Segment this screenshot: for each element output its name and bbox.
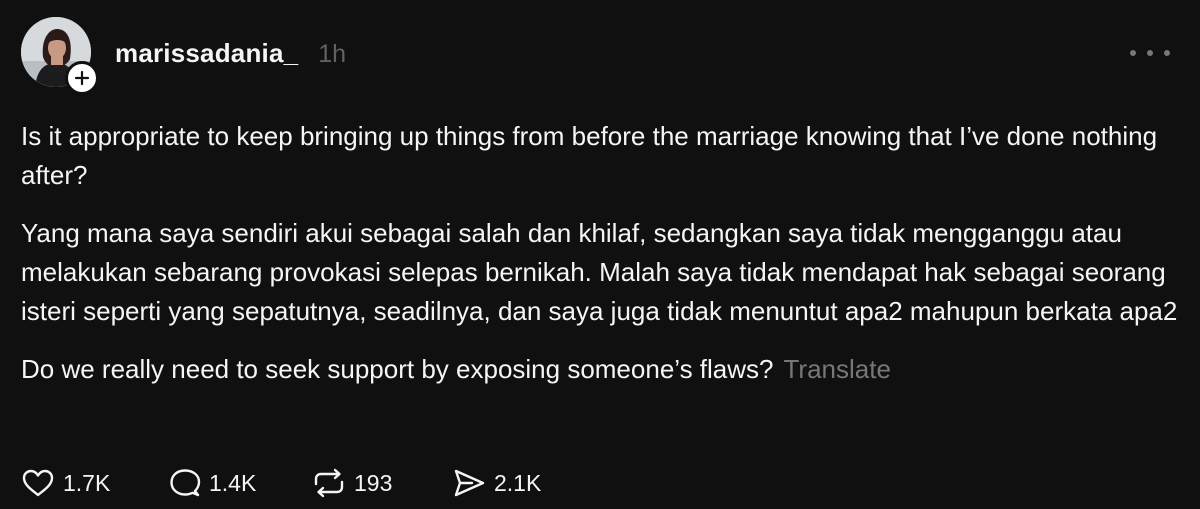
post-paragraph-last: Do we really need to seek support by exp… — [21, 350, 1181, 389]
comment-bubble-icon — [170, 469, 201, 497]
follow-button[interactable] — [65, 61, 99, 95]
post-paragraph-text: Do we really need to seek support by exp… — [21, 354, 774, 384]
post-time: 1h — [318, 40, 347, 68]
send-icon — [454, 469, 485, 497]
repost-button[interactable]: 193 — [312, 468, 452, 498]
avatar-container[interactable] — [21, 17, 99, 95]
more-horizontal-icon-dot — [1164, 50, 1170, 56]
more-horizontal-icon-dot — [1147, 50, 1153, 56]
like-count: 1.7K — [63, 469, 111, 496]
post-header: marissadania_ 1h — [115, 38, 346, 69]
more-options-button[interactable] — [1130, 38, 1170, 68]
translate-link[interactable]: Translate — [784, 354, 891, 384]
repost-count: 193 — [354, 469, 393, 496]
post-body: Is it appropriate to keep bringing up th… — [21, 117, 1181, 408]
post-paragraph: Is it appropriate to keep bringing up th… — [21, 121, 1158, 190]
more-horizontal-icon — [1130, 50, 1136, 56]
comment-count: 1.4K — [209, 469, 257, 496]
share-count: 2.1K — [494, 469, 542, 496]
share-button[interactable]: 2.1K — [452, 468, 541, 498]
repost-icon — [314, 468, 344, 498]
plus-icon — [74, 70, 90, 86]
comment-button[interactable]: 1.4K — [169, 468, 312, 498]
username[interactable]: marissadania_ — [115, 38, 298, 69]
heart-icon — [22, 469, 54, 497]
post-actions: 1.7K 1.4K 193 2.1K — [21, 468, 541, 498]
like-button[interactable]: 1.7K — [21, 468, 169, 498]
post-paragraph: Yang mana saya sendiri akui sebagai sala… — [21, 218, 1178, 326]
